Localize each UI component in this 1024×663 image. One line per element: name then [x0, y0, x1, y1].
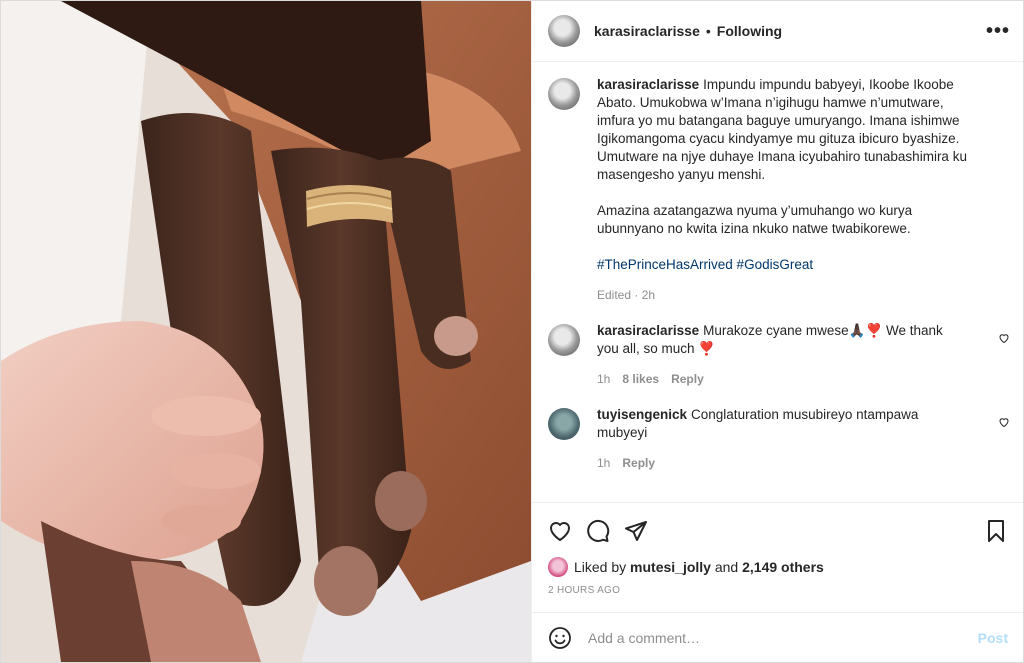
comment-item: karasiraclarisse Murakoze cyane mwese🙏🏿❣️…: [532, 304, 1023, 388]
liker-avatar[interactable]: [548, 557, 568, 577]
liked-by-row: Liked by mutesi_jolly and 2,149 others: [532, 545, 1023, 577]
post-photo[interactable]: [1, 1, 531, 662]
caption: karasiraclarisse Impundu impundu babyeyi,…: [532, 62, 1023, 304]
liked-by-prefix: Liked by: [574, 559, 627, 575]
save-bookmark-icon[interactable]: [984, 519, 1008, 543]
add-comment-bar: Add a comment… Post: [532, 612, 1023, 662]
comment-username[interactable]: karasiraclarisse: [597, 323, 699, 338]
comment-input[interactable]: Add a comment…: [588, 630, 978, 646]
comment-time: 1h: [597, 372, 611, 386]
liker-username[interactable]: mutesi_jolly: [630, 559, 711, 575]
action-bar: [532, 503, 1023, 545]
hands-photo-illustration: [1, 1, 531, 662]
comment-username[interactable]: tuyisengenick: [597, 407, 687, 422]
post-timestamp[interactable]: 2 HOURS AGO: [532, 577, 1023, 596]
separator-dot: •: [705, 23, 711, 39]
caption-avatar[interactable]: [548, 78, 580, 110]
more-options-icon[interactable]: •••: [986, 21, 1010, 41]
comment-item: tuyisengenick Conglaturation musubireyo n…: [532, 388, 1023, 472]
caption-username[interactable]: karasiraclarisse: [597, 77, 699, 92]
following-button[interactable]: Following: [717, 23, 782, 39]
comment-likes[interactable]: 8 likes: [622, 370, 659, 388]
likes-count-link[interactable]: 2,149 others: [742, 559, 824, 575]
reply-button[interactable]: Reply: [622, 454, 655, 472]
post-actions-section: Liked by mutesi_jolly and 2,149 others 2…: [532, 502, 1023, 613]
emoji-smile-icon[interactable]: [548, 626, 572, 650]
like-comment-heart-icon[interactable]: [998, 332, 1010, 344]
comments-list[interactable]: karasiraclarisse Impundu impundu babyeyi,…: [532, 62, 1023, 502]
post-side-panel: karasiraclarisse • Following ••• karasir…: [531, 1, 1023, 662]
author-username[interactable]: karasiraclarisse: [594, 23, 700, 39]
author-avatar[interactable]: [548, 15, 580, 47]
comment-avatar[interactable]: [548, 408, 580, 440]
comment-avatar[interactable]: [548, 324, 580, 356]
caption-text-2: Amazina azatangazwa nyuma y’umuhango wo …: [597, 203, 913, 236]
reply-button[interactable]: Reply: [671, 370, 704, 388]
comment-time: 1h: [597, 456, 611, 470]
caption-text: Impundu impundu babyeyi, Ikoobe Ikoobe A…: [597, 77, 967, 182]
instagram-post-window: karasiraclarisse • Following ••• karasir…: [0, 0, 1024, 663]
share-direct-icon[interactable]: [624, 519, 648, 543]
caption-hashtags[interactable]: #ThePrinceHasArrived #GodisGreat: [597, 256, 982, 274]
caption-edited-time: Edited · 2h: [597, 288, 656, 302]
post-header: karasiraclarisse • Following •••: [532, 1, 1023, 62]
post-comment-button[interactable]: Post: [978, 630, 1008, 646]
comment-icon[interactable]: [586, 519, 610, 543]
liked-by-and: and: [714, 559, 739, 575]
like-heart-icon[interactable]: [548, 519, 572, 543]
like-comment-heart-icon[interactable]: [998, 416, 1010, 428]
